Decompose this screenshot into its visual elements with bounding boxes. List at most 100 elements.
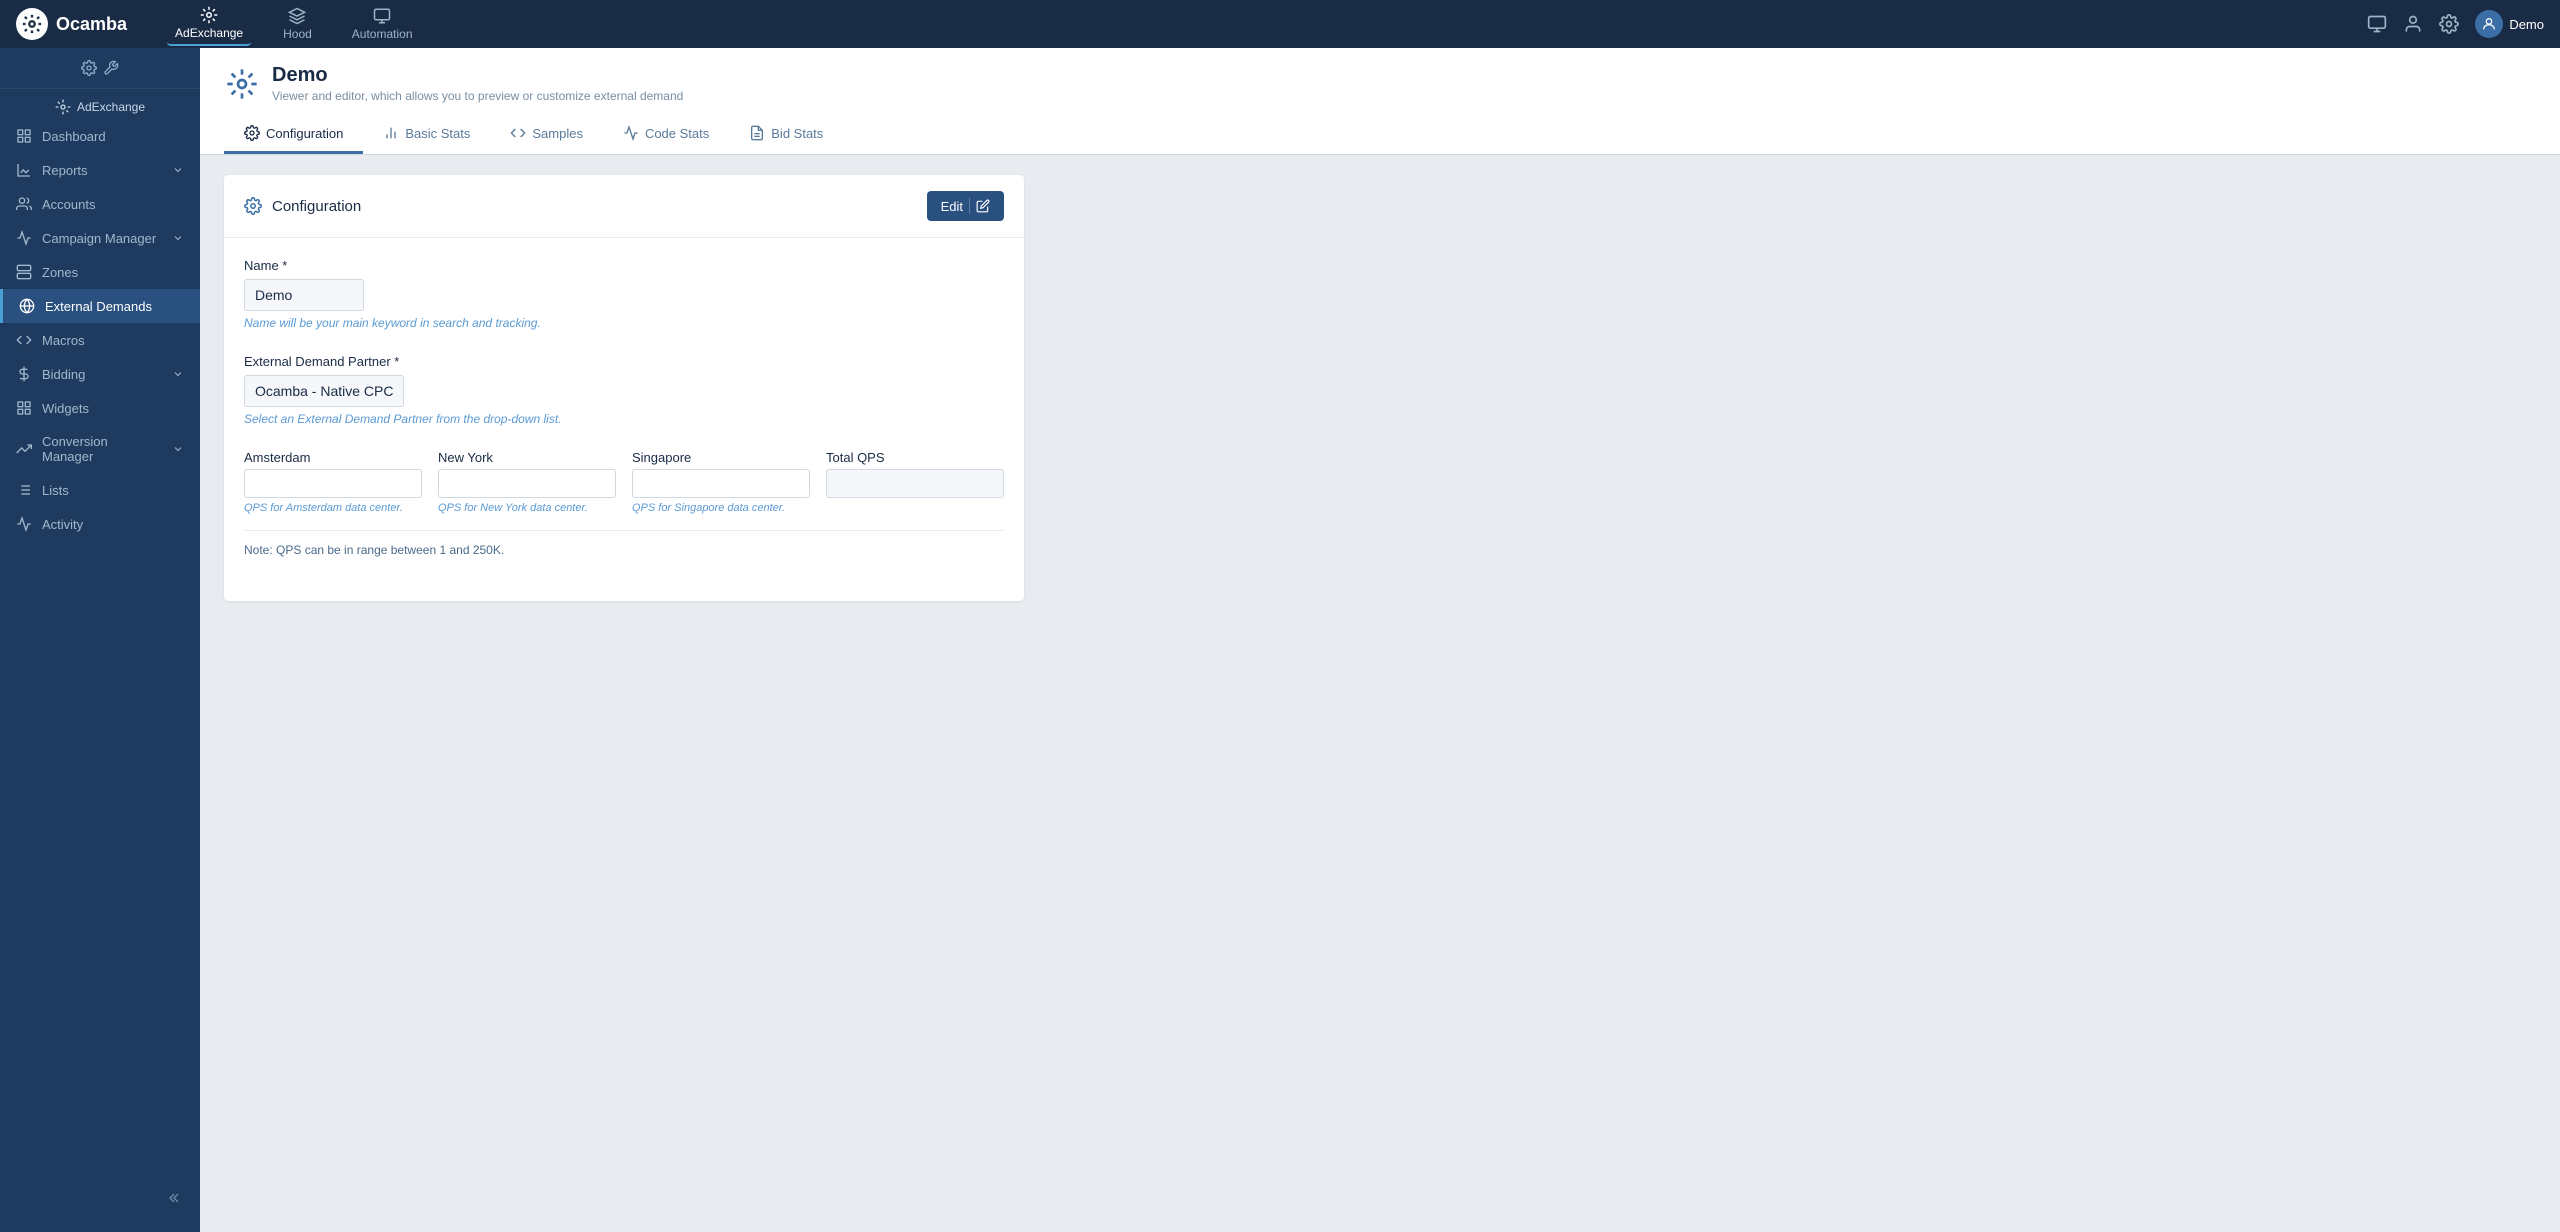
qps-newyork: New York QPS for New York data center. [438,450,616,514]
sidebar-item-dashboard[interactable]: Dashboard [0,119,200,153]
nav-hood[interactable]: Hood [275,3,320,45]
main-layout: AdExchange Dashboard Reports A [0,48,2560,1232]
qps-total-input[interactable] [826,469,1004,498]
app-logo[interactable]: Ocamba [16,8,127,40]
sidebar-adexchange-label: AdExchange [77,100,145,114]
sidebar-item-conversion-manager[interactable]: Conversion Manager [0,425,200,473]
tab-samples[interactable]: Samples [490,115,603,154]
field-name-hint: Name will be your main keyword in search… [244,316,1004,330]
sidebar-collapse-button[interactable] [0,1180,200,1216]
field-partner-label: External Demand Partner * [244,354,1004,369]
tab-bid-stats-label: Bid Stats [771,126,823,141]
tab-configuration[interactable]: Configuration [224,115,363,154]
tab-bid-stats[interactable]: Bid Stats [729,115,843,154]
qps-amsterdam: Amsterdam QPS for Amsterdam data center. [244,450,422,514]
qps-amsterdam-hint: QPS for Amsterdam data center. [244,502,422,514]
sidebar-wrench-icon[interactable] [103,60,119,76]
tab-bid-stats-icon [749,125,765,141]
edit-btn-divider [969,198,970,214]
field-name: Name * Demo Name will be your main keywo… [244,258,1004,330]
sidebar-settings-icon[interactable] [81,60,97,76]
logo-icon [16,8,48,40]
sidebar-item-external-demands[interactable]: External Demands [0,289,200,323]
sidebar-item-campaign-manager[interactable]: Campaign Manager [0,221,200,255]
nav-adexchange[interactable]: AdExchange [167,2,251,46]
qps-amsterdam-label: Amsterdam [244,450,422,465]
qps-singapore-label: Singapore [632,450,810,465]
sidebar-item-activity[interactable]: Activity [0,507,200,541]
page-title-row: Demo Viewer and editor, which allows you… [224,64,2536,103]
nav-hood-label: Hood [283,27,312,41]
campaign-chevron-icon [172,232,184,244]
edit-button-label: Edit [941,199,963,214]
activity-icon [16,516,32,532]
field-partner: External Demand Partner * Ocamba - Nativ… [244,354,1004,426]
tab-code-stats[interactable]: Code Stats [603,115,729,154]
app-name: Ocamba [56,14,127,35]
edit-button[interactable]: Edit [927,191,1004,221]
main-content: Demo Viewer and editor, which allows you… [200,48,2560,1232]
conversion-manager-icon [16,441,32,457]
nav-automation-label: Automation [352,27,413,41]
sidebar-item-lists[interactable]: Lists [0,473,200,507]
zones-icon [16,264,32,280]
content-area: Configuration Edit Name * Demo [200,155,2560,621]
tab-configuration-label: Configuration [266,126,343,141]
conversion-chevron-icon [172,443,184,455]
qps-newyork-input[interactable] [438,469,616,498]
sidebar-item-widgets-label: Widgets [42,401,89,416]
sidebar-item-zones[interactable]: Zones [0,255,200,289]
qps-total-label: Total QPS [826,450,1004,465]
sidebar-item-macros[interactable]: Macros [0,323,200,357]
qps-singapore-input[interactable] [632,469,810,498]
edit-pencil-icon [976,199,990,213]
sidebar-item-reports[interactable]: Reports [0,153,200,187]
sidebar-item-bidding-label: Bidding [42,367,85,382]
field-partner-hint: Select an External Demand Partner from t… [244,412,1004,426]
top-navigation: Ocamba AdExchange Hood Automation [0,0,2560,48]
notifications-icon[interactable] [2367,14,2387,34]
tab-basic-stats-label: Basic Stats [405,126,470,141]
sidebar-item-activity-label: Activity [42,517,83,532]
user-name: Demo [2509,17,2544,32]
sidebar-item-zones-label: Zones [42,265,78,280]
config-body: Name * Demo Name will be your main keywo… [224,238,1024,601]
sidebar-item-conversion-label: Conversion Manager [42,434,162,464]
nav-automation[interactable]: Automation [344,3,421,45]
sidebar-item-dashboard-label: Dashboard [42,129,106,144]
campaign-manager-icon [16,230,32,246]
profile-icon[interactable] [2403,14,2423,34]
sidebar-item-campaign-label: Campaign Manager [42,231,156,246]
tab-code-stats-icon [623,125,639,141]
tab-samples-label: Samples [532,126,583,141]
reports-icon [16,162,32,178]
sidebar-icons-row [0,48,200,89]
qps-newyork-label: New York [438,450,616,465]
user-avatar [2475,10,2503,38]
qps-singapore: Singapore QPS for Singapore data center. [632,450,810,514]
top-nav-right: Demo [2367,10,2544,38]
page-description: Viewer and editor, which allows you to p… [272,89,683,103]
qps-note: Note: QPS can be in range between 1 and … [244,530,1004,557]
page-header: Demo Viewer and editor, which allows you… [200,48,2560,155]
field-partner-value: Ocamba - Native CPC [244,375,404,407]
accounts-icon [16,196,32,212]
user-area[interactable]: Demo [2475,10,2544,38]
sidebar-item-macros-label: Macros [42,333,85,348]
macros-icon [16,332,32,348]
qps-singapore-hint: QPS for Singapore data center. [632,502,810,514]
lists-icon [16,482,32,498]
tab-basic-stats[interactable]: Basic Stats [363,115,490,154]
sidebar-item-widgets[interactable]: Widgets [0,391,200,425]
settings-icon[interactable] [2439,14,2459,34]
qps-grid: Amsterdam QPS for Amsterdam data center.… [244,450,1004,514]
external-demands-icon [19,298,35,314]
collapse-icon [168,1190,184,1206]
qps-amsterdam-input[interactable] [244,469,422,498]
qps-total: Total QPS [826,450,1004,514]
tab-code-stats-label: Code Stats [645,126,709,141]
sidebar-item-bidding[interactable]: Bidding [0,357,200,391]
sidebar-item-lists-label: Lists [42,483,69,498]
sidebar: AdExchange Dashboard Reports A [0,48,200,1232]
sidebar-item-accounts[interactable]: Accounts [0,187,200,221]
